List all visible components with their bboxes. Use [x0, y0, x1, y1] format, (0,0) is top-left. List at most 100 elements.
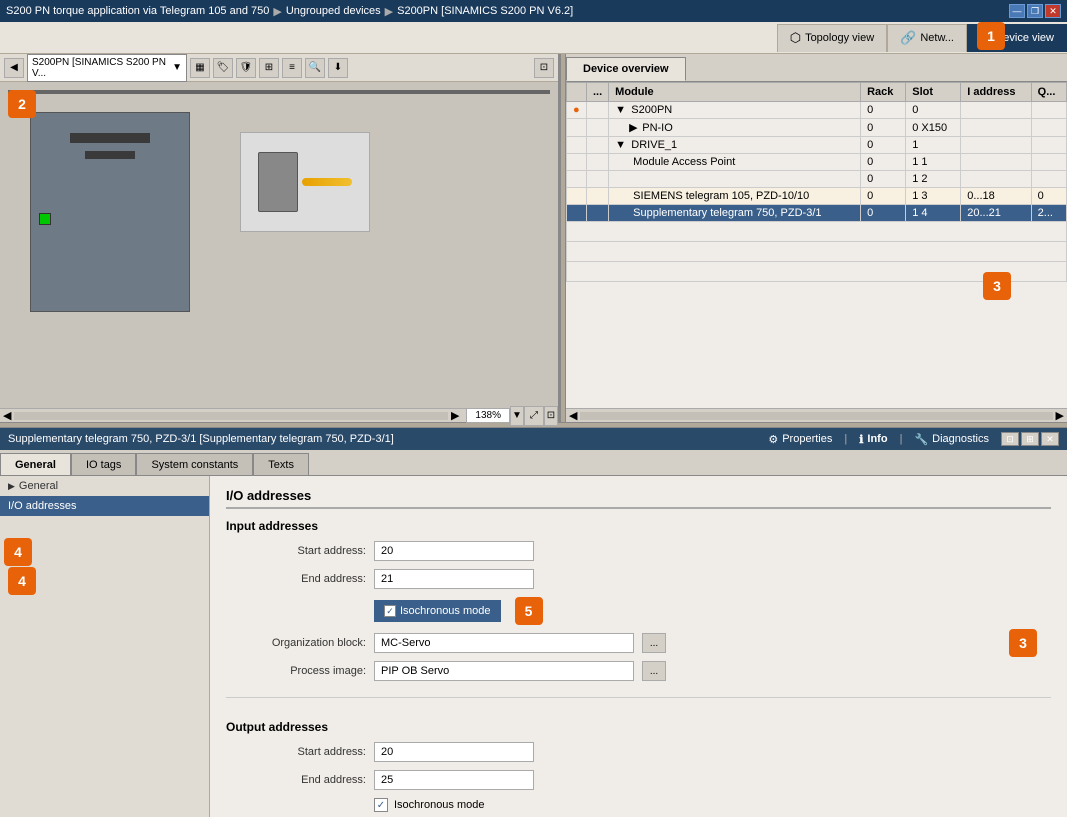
minimize-button[interactable]: — [1009, 4, 1025, 18]
nav-general[interactable]: ▶ General [0, 476, 209, 496]
right-tab-bar: Device overview [566, 54, 1067, 82]
diagnostics-icon: 🔧 [914, 433, 928, 446]
panel-toggle[interactable]: ⊡ [534, 58, 554, 78]
topology-view-tab[interactable]: ⬡ Topology view [777, 24, 887, 52]
breadcrumb1: Ungrouped devices [286, 5, 381, 17]
network-view-label: Netw... [920, 32, 954, 44]
badge-3-overlay: 3 [983, 272, 1011, 300]
panel-btn-1[interactable]: ⊡ [1001, 432, 1019, 446]
tab-texts-label: Texts [268, 459, 294, 471]
out-isochronous-checkbox[interactable]: ✓ [374, 798, 388, 812]
zoom-dropdown-btn[interactable]: ▼ [510, 406, 524, 426]
table-row[interactable]: SIEMENS telegram 105, PZD-10/10 0 1 3 0.… [567, 188, 1067, 205]
tab-io-tags[interactable]: IO tags [71, 453, 136, 475]
row-module: ▼ DRIVE_1 [609, 137, 861, 154]
diagnostics-tab-btn[interactable]: 🔧 Diagnostics [904, 430, 999, 449]
tab-general[interactable]: General [0, 453, 71, 475]
process-image-browse-btn[interactable]: ... [642, 661, 666, 681]
table-row[interactable]: ▶ PN-IO 0 0 X150 [567, 119, 1067, 137]
tag-icon[interactable]: 🏷 [213, 58, 233, 78]
tab-system-constants-label: System constants [151, 459, 238, 471]
device-overview-tab[interactable]: Device overview [566, 57, 686, 81]
isochronous-checkbox-container[interactable]: ✓ Isochronous mode [374, 600, 501, 622]
out-start-address-label: Start address: [226, 746, 366, 758]
row-rack: 0 [861, 154, 906, 171]
breadcrumb-arrow2: ▶ [385, 5, 393, 18]
row-dots [587, 171, 609, 188]
process-image-input[interactable] [374, 661, 634, 681]
table-row[interactable]: ▼ DRIVE_1 0 1 [567, 137, 1067, 154]
panel-btn-2[interactable]: ⊞ [1021, 432, 1039, 446]
row-rack: 0 [861, 205, 906, 222]
input-addresses-subtitle: Input addresses [226, 519, 1051, 533]
row-icon [567, 205, 587, 222]
row-slot: 1 2 [906, 171, 961, 188]
zoom-icon[interactable]: 🔍 [305, 58, 325, 78]
right-panel: Device overview ... Module Rack Slot I a… [566, 54, 1067, 422]
breadcrumb-arrow1: ▶ [273, 5, 281, 18]
row-qaddr [1031, 171, 1066, 188]
org-block-input[interactable] [374, 633, 634, 653]
grid-icon[interactable]: ▦ [190, 58, 210, 78]
network-view-tab[interactable]: 🔗 Netw... [887, 24, 967, 52]
row-icon: ● [567, 102, 587, 119]
tab-system-constants[interactable]: System constants [136, 453, 253, 475]
top-toolbar: ⬡ Topology view 🔗 Netw... ▣ Device view [0, 22, 1067, 54]
table-row[interactable]: Module Access Point 0 1 1 [567, 154, 1067, 171]
table-row-selected[interactable]: Supplementary telegram 750, PZD-3/1 0 1 … [567, 205, 1067, 222]
scroll-right-btn[interactable]: ▶ [448, 409, 462, 422]
row-slot: 1 3 [906, 188, 961, 205]
row-module: Module Access Point [609, 154, 861, 171]
download-icon[interactable]: ⬇ [328, 58, 348, 78]
device-dropdown[interactable]: S200PN [SINAMICS S200 PN V... ▼ [27, 54, 187, 82]
isochronous-checkbox-box[interactable]: ✓ [384, 605, 396, 617]
tab-texts[interactable]: Texts [253, 453, 309, 475]
title-bar-left: S200 PN torque application via Telegram … [6, 5, 573, 18]
layout-icon[interactable]: ⊞ [259, 58, 279, 78]
restore-button[interactable]: ❐ [1027, 4, 1043, 18]
scroll-right[interactable]: ▶ [1053, 409, 1067, 422]
col-slot: Slot [906, 83, 961, 102]
org-block-browse-btn[interactable]: ... [642, 633, 666, 653]
panel-resize-btn[interactable]: ⊡ [544, 406, 558, 426]
zoom-indicator: 138% [466, 408, 510, 423]
shield-icon[interactable]: 🛡 [236, 58, 256, 78]
nav-io-addresses[interactable]: I/O addresses [0, 496, 209, 516]
right-scroll-h[interactable]: ◀ ▶ [566, 408, 1067, 422]
back-button[interactable]: ◀ [4, 58, 24, 78]
bottom-title-right: ⚙ Properties | ℹ Info | 🔧 Diagnostics ⊡ … [758, 430, 1059, 449]
device-shape [258, 152, 298, 212]
row-icon [567, 188, 587, 205]
table-row[interactable]: 0 1 2 [567, 171, 1067, 188]
end-address-input[interactable] [374, 569, 534, 589]
out-end-address-input[interactable] [374, 770, 534, 790]
scroll-left[interactable]: ◀ [566, 409, 580, 422]
row-qaddr [1031, 119, 1066, 137]
row-qaddr: 0 [1031, 188, 1066, 205]
start-address-input[interactable] [374, 541, 534, 561]
info-tab-btn[interactable]: ℹ Info [849, 430, 897, 449]
device-led [39, 213, 51, 225]
row-iaddr: 20...21 [961, 205, 1031, 222]
badge-4: 4 [4, 538, 32, 566]
scroll-left-btn[interactable]: ◀ [0, 409, 14, 422]
bottom-left-nav: ▶ General I/O addresses 4 [0, 476, 210, 817]
panel-btn-close[interactable]: ✕ [1041, 432, 1059, 446]
out-start-address-input[interactable] [374, 742, 534, 762]
info-icon: ℹ [859, 433, 863, 446]
table-row[interactable]: ● ▼ S200PN 0 0 [567, 102, 1067, 119]
stack-icon[interactable]: ≡ [282, 58, 302, 78]
fit-btn[interactable]: ⤢ [524, 406, 544, 426]
org-block-row: Organization block: ... [226, 633, 1051, 653]
row-dots [587, 154, 609, 171]
nav-expand-icon: ▶ [8, 481, 15, 492]
network-icon: 🔗 [900, 30, 916, 46]
device-image-box [240, 132, 370, 232]
topology-view-label: Topology view [805, 32, 874, 44]
properties-tab-btn[interactable]: ⚙ Properties [758, 430, 842, 449]
scroll-track [580, 412, 1052, 420]
col-status [567, 83, 587, 102]
left-scroll-h[interactable]: ◀ ▶ 138% ▼ ⤢ ⊡ [0, 408, 558, 422]
close-button[interactable]: ✕ [1045, 4, 1061, 18]
window-controls: — ❐ ✕ [1009, 4, 1061, 18]
